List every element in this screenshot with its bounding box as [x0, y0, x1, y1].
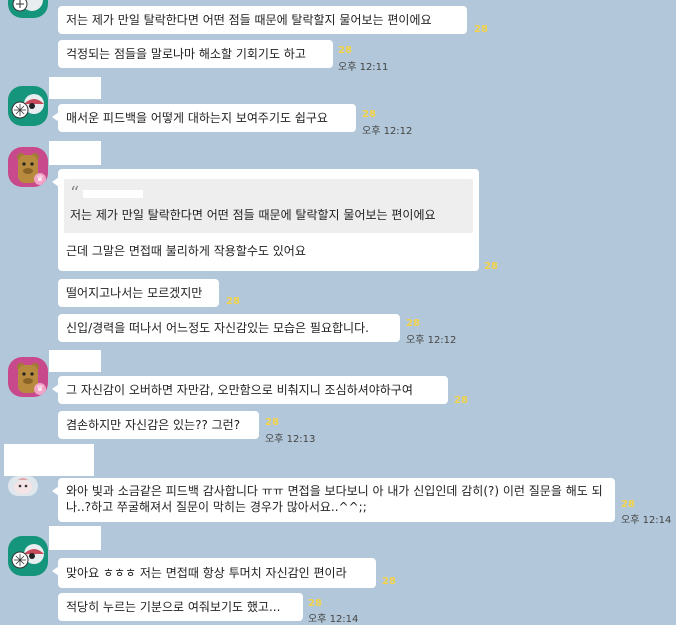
quoted-text: 저는 제가 만일 탈락한다면 어떤 점들 때문에 탈락할지 물어보는 편이에요 — [70, 208, 436, 222]
profile-avatar-fan-icon[interactable] — [8, 536, 48, 576]
message-bubble[interactable]: 와아 빛과 소금같은 피드백 감사합니다 ㅠㅠ 면접을 보다보니 아 내가 신입… — [52, 478, 615, 522]
message-time: 오후 12:12 — [406, 335, 457, 346]
unread-count: 28 — [362, 109, 376, 120]
message-bubble[interactable]: 적당히 누르는 기분으로 여줘보기도 했고... — [58, 593, 303, 621]
unread-count: 28 — [621, 499, 635, 510]
crown-badge-icon: ♛ — [34, 173, 46, 185]
message-bubble[interactable]: 신입/경력을 떠나서 어느정도 자신감있는 모습은 필요합니다. — [58, 314, 400, 342]
message-text: 떨어지고나서는 모르겠지만 — [66, 286, 203, 300]
unread-count: 28 — [454, 395, 468, 406]
unread-count: 28 — [474, 24, 488, 35]
profile-avatar-bear-icon[interactable]: ♛ — [8, 357, 48, 397]
profile-avatar-fan-icon[interactable] — [8, 0, 48, 18]
fan-avatar-art — [12, 0, 43, 12]
sender-name-redacted — [4, 444, 94, 476]
message-bubble[interactable]: 맞아요 ㅎㅎㅎ 저는 면접때 항상 투머치 자신감인 편이라 — [52, 558, 376, 588]
profile-avatar-small-icon[interactable] — [8, 476, 38, 496]
unread-count: 28 — [382, 576, 396, 587]
crown-badge-icon: ♛ — [34, 383, 46, 395]
message-text: 적당히 누르는 기분으로 여줘보기도 했고... — [66, 600, 281, 614]
message-time: 오후 12:14 — [621, 515, 672, 526]
message-time: 오후 12:11 — [338, 62, 389, 73]
message-text: 겸손하지만 자신감은 있는?? 그런? — [66, 418, 241, 432]
message-text: 그 자신감이 오버하면 자만감, 오만함으로 비춰지니 조심하셔야하구여 — [66, 383, 413, 397]
small-avatar-art — [14, 478, 32, 494]
message-text: 맞아요 ㅎㅎㅎ 저는 면접때 항상 투머치 자신감인 편이라 — [66, 566, 347, 580]
message-bubble[interactable]: 매서운 피드백을 어떻게 대하는지 보여주기도 쉽구요 — [52, 104, 356, 132]
unread-count: 28 — [484, 261, 498, 272]
message-bubble[interactable]: 떨어지고나서는 모르겠지만 — [58, 279, 219, 307]
quoted-message[interactable]: “ 저는 제가 만일 탈락한다면 어떤 점들 때문에 탈락할지 물어보는 편이에… — [64, 179, 473, 233]
sender-name-redacted — [49, 526, 101, 550]
unread-count: 28 — [338, 45, 352, 56]
fan-avatar-art — [11, 94, 44, 119]
profile-avatar-fan-icon[interactable] — [8, 86, 48, 126]
message-bubble[interactable]: 걱정되는 점들을 말로나마 해소할 기회기도 하고 — [58, 40, 333, 68]
message-text: 저는 제가 만일 탈락한다면 어떤 점들 때문에 탈락할지 물어보는 편이에요 — [66, 13, 432, 27]
reply-bubble[interactable]: “ 저는 제가 만일 탈락한다면 어떤 점들 때문에 탈락할지 물어보는 편이에… — [52, 169, 479, 271]
quote-author-redacted — [83, 190, 144, 198]
message-text: 와아 빛과 소금같은 피드백 감사합니다 ㅠㅠ 면접을 보다보니 아 내가 신입… — [66, 484, 603, 514]
message-text: 신입/경력을 떠나서 어느정도 자신감있는 모습은 필요합니다. — [66, 321, 369, 335]
unread-count: 28 — [265, 417, 279, 428]
sender-name-redacted — [49, 141, 101, 165]
message-bubble[interactable]: 저는 제가 만일 탈락한다면 어떤 점들 때문에 탈락할지 물어보는 편이에요 — [58, 6, 467, 34]
sender-name-redacted — [49, 350, 101, 372]
unread-count: 28 — [308, 598, 322, 609]
profile-avatar-bear-icon[interactable]: ♛ — [8, 147, 48, 187]
unread-count: 28 — [406, 318, 420, 329]
quote-mark: “ — [70, 185, 467, 207]
message-time: 오후 12:12 — [362, 126, 413, 137]
message-time: 오후 12:13 — [265, 434, 316, 445]
message-bubble[interactable]: 그 자신감이 오버하면 자만감, 오만함으로 비춰지니 조심하셔야하구여 — [52, 376, 448, 404]
unread-count: 28 — [226, 296, 240, 307]
message-bubble[interactable]: 겸손하지만 자신감은 있는?? 그런? — [58, 411, 259, 439]
message-text: 매서운 피드백을 어떻게 대하는지 보여주기도 쉽구요 — [66, 111, 328, 125]
sender-name-redacted — [49, 77, 101, 99]
fan-avatar-art — [11, 544, 44, 569]
message-text: 근데 그말은 면접때 불리하게 작용할수도 있어요 — [66, 244, 306, 258]
message-text: 걱정되는 점들을 말로나마 해소할 기회기도 하고 — [66, 47, 306, 61]
